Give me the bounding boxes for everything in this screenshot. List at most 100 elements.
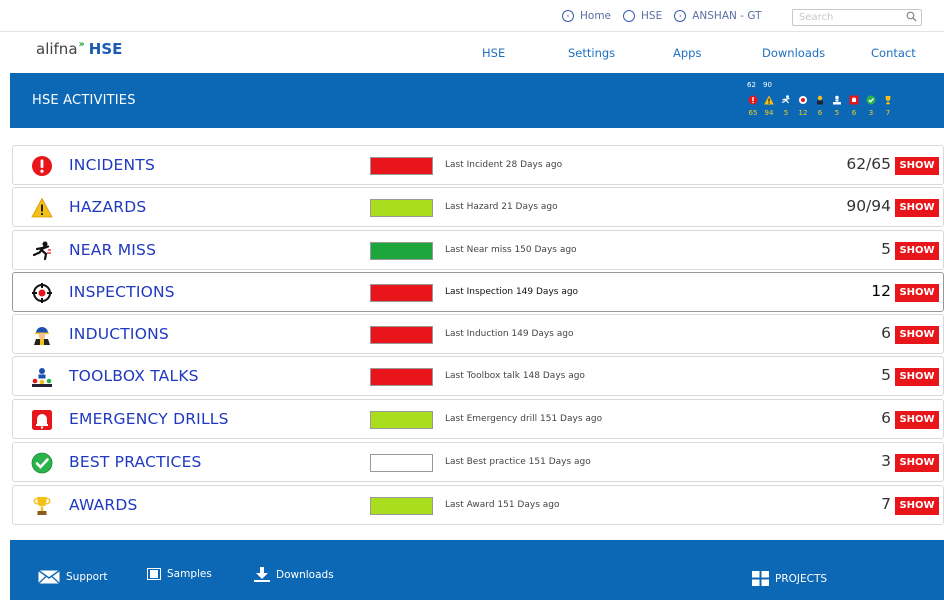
circle-icon: [623, 10, 636, 22]
hse-link[interactable]: HSE: [623, 10, 662, 22]
activity-row-inspections[interactable]: INSPECTIONS Last Inspection 149 Days ago…: [12, 272, 944, 312]
last-activity-text: Last Award 151 Days ago: [445, 500, 560, 510]
nav-item-apps[interactable]: Apps: [673, 46, 701, 60]
show-button[interactable]: SHOW: [895, 454, 939, 472]
support-link[interactable]: Support: [38, 570, 108, 584]
show-button[interactable]: SHOW: [895, 284, 939, 302]
home-link[interactable]: ‹ Home: [562, 10, 611, 22]
samples-link[interactable]: Samples: [147, 568, 212, 580]
nav-item-hse[interactable]: HSE: [482, 46, 505, 60]
activity-row-best-practices[interactable]: BEST PRACTICES Last Best practice 151 Da…: [12, 442, 944, 482]
best-practice-icon: [866, 95, 876, 105]
summary-incidents-open: 62: [747, 81, 756, 89]
status-swatch: [370, 199, 433, 217]
near-miss-icon: [32, 241, 51, 261]
summary-total-inductions: 6: [817, 109, 823, 117]
incident-icon: [748, 95, 758, 105]
activity-title[interactable]: NEAR MISS: [69, 241, 156, 259]
last-activity-text: Last Induction 149 Days ago: [445, 329, 574, 339]
inspection-icon: [799, 96, 807, 104]
support-label: Support: [66, 571, 108, 583]
activity-title[interactable]: INDUCTIONS: [69, 325, 169, 343]
search-icon[interactable]: [906, 11, 917, 22]
activity-row-incidents[interactable]: INCIDENTS Last Incident 28 Days ago 62/6…: [12, 145, 944, 185]
inspection-icon: [32, 283, 52, 303]
activity-title[interactable]: BEST PRACTICES: [69, 453, 202, 471]
brand-logo[interactable]: alifna ›› HSE: [36, 39, 123, 58]
induction-icon: [817, 95, 823, 105]
activity-count: 62/65: [846, 155, 891, 173]
status-swatch: [370, 284, 433, 302]
downloads-link[interactable]: Downloads: [254, 567, 334, 582]
toolbox-icon: [32, 368, 52, 387]
summary-total-inspections: 12: [798, 109, 808, 117]
nav-item-downloads[interactable]: Downloads: [762, 46, 825, 60]
show-button[interactable]: SHOW: [895, 368, 939, 386]
grid-icon: [752, 571, 769, 586]
activity-title[interactable]: AWARDS: [69, 496, 138, 514]
activity-count: 90/94: [846, 197, 891, 215]
emergency-icon: [849, 95, 859, 105]
logo-arrows-icon: ››: [78, 39, 85, 50]
summary-total-best-practices: 3: [868, 109, 874, 117]
nav-item-settings[interactable]: Settings: [568, 46, 615, 60]
activity-title[interactable]: INSPECTIONS: [69, 283, 175, 301]
summary-icons: [743, 95, 943, 107]
download-icon: [254, 567, 270, 582]
activity-row-inductions[interactable]: INDUCTIONS Last Induction 149 Days ago 6…: [12, 314, 944, 354]
activity-title[interactable]: TOOLBOX TALKS: [69, 367, 199, 385]
show-button[interactable]: SHOW: [895, 326, 939, 344]
show-button[interactable]: SHOW: [895, 157, 939, 175]
last-activity-text: Last Inspection 149 Days ago: [445, 287, 579, 297]
show-button[interactable]: SHOW: [895, 199, 939, 217]
activity-row-near-miss[interactable]: NEAR MISS Last Near miss 150 Days ago 5 …: [12, 230, 944, 270]
summary-total-hazards: 94: [764, 109, 774, 117]
activity-title[interactable]: HAZARDS: [69, 198, 146, 216]
status-swatch: [370, 411, 433, 429]
award-icon: [885, 96, 891, 105]
summary-total-awards: 7: [885, 109, 891, 117]
last-activity-text: Last Hazard 21 Days ago: [445, 202, 558, 212]
activity-row-hazards[interactable]: HAZARDS Last Hazard 21 Days ago 90/94 SH…: [12, 187, 944, 227]
activity-count: 7: [881, 495, 891, 513]
downloads-label: Downloads: [276, 568, 334, 581]
activity-count: 3: [881, 452, 891, 470]
chevron-left-icon: ‹: [562, 10, 574, 22]
activity-row-awards[interactable]: AWARDS Last Award 151 Days ago 7 SHOW: [12, 485, 944, 525]
project-link-label: ANSHAN - GT: [692, 10, 762, 22]
status-swatch: [370, 157, 433, 175]
logo-hse: HSE: [88, 40, 123, 58]
activity-count: 12: [871, 282, 891, 300]
status-swatch: [370, 454, 433, 472]
show-button[interactable]: SHOW: [895, 242, 939, 260]
summary-hazards-open: 90: [763, 81, 772, 89]
nav-item-contact[interactable]: Contact: [871, 46, 916, 60]
home-link-label: Home: [580, 10, 612, 22]
activity-count: 5: [881, 366, 891, 384]
status-swatch: [370, 326, 433, 344]
page-title: HSE ACTIVITIES: [32, 93, 136, 108]
envelope-icon: [38, 570, 60, 584]
samples-icon: [147, 568, 161, 580]
activity-count: 6: [881, 324, 891, 342]
hazard-icon: [764, 95, 774, 105]
activity-title[interactable]: INCIDENTS: [69, 156, 155, 174]
search-input[interactable]: [792, 9, 922, 26]
summary-total-incidents: 65: [748, 109, 758, 117]
status-swatch: [370, 368, 433, 386]
last-activity-text: Last Emergency drill 151 Days ago: [445, 414, 603, 424]
chevron-right-icon: ›: [674, 10, 687, 22]
show-button[interactable]: SHOW: [895, 497, 939, 515]
near-miss-icon: [781, 95, 790, 104]
logo-alifna: alifna: [36, 40, 78, 58]
activity-row-toolbox-talks[interactable]: TOOLBOX TALKS Last Toolbox talk 148 Days…: [12, 356, 944, 396]
project-link[interactable]: › ANSHAN - GT: [674, 10, 762, 22]
best-practice-icon: [31, 452, 53, 474]
show-button[interactable]: SHOW: [895, 411, 939, 429]
top-utility-bar: ‹ Home HSE › ANSHAN - GT: [0, 0, 944, 32]
activity-title[interactable]: EMERGENCY DRILLS: [69, 410, 229, 428]
projects-link[interactable]: PROJECTS: [752, 571, 827, 586]
award-icon: [33, 497, 51, 515]
activity-row-emergency-drills[interactable]: EMERGENCY DRILLS Last Emergency drill 15…: [12, 399, 944, 439]
hse-link-label: HSE: [641, 10, 663, 22]
